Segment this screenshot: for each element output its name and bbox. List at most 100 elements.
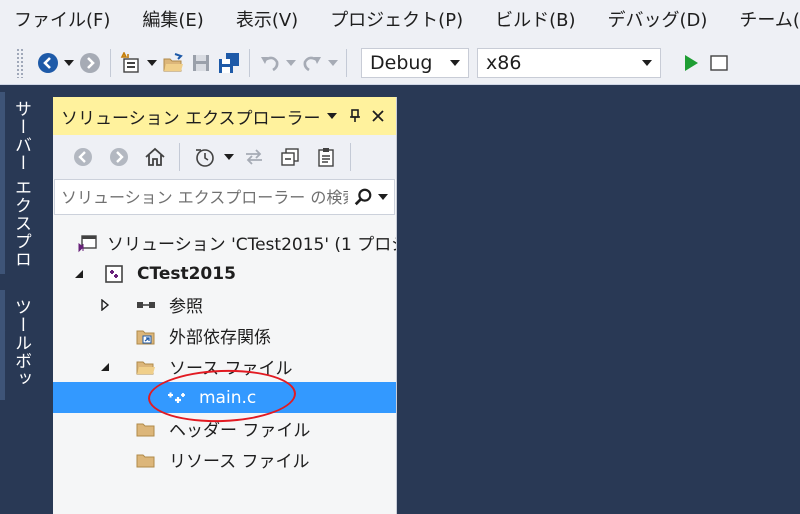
undo-icon <box>261 56 279 72</box>
search-options-dropdown[interactable] <box>376 184 390 210</box>
collapse-arrow-icon[interactable] <box>97 359 113 375</box>
save-all-icon <box>219 53 239 73</box>
tab-indicator <box>0 92 5 274</box>
solution-configuration-select[interactable]: Debug <box>361 48 469 78</box>
collapse-all-button[interactable] <box>272 143 308 171</box>
expand-arrow-icon[interactable] <box>97 297 113 313</box>
solution-icon <box>77 232 99 254</box>
toolbox-label: ツールボックス <box>0 298 31 388</box>
start-debugging-button[interactable] <box>677 49 705 77</box>
back-dropdown[interactable] <box>62 49 76 77</box>
forward-button[interactable] <box>76 49 104 77</box>
home-button[interactable] <box>137 143 173 171</box>
undo-dropdown[interactable] <box>284 49 298 77</box>
server-explorer-tab[interactable]: サーバー エクスプローラー <box>0 92 34 274</box>
search-button[interactable] <box>350 184 376 210</box>
back-icon <box>74 148 92 166</box>
properties-button[interactable] <box>308 143 344 171</box>
menu-project[interactable]: プロジェクト(P) <box>314 0 479 42</box>
redo-dropdown[interactable] <box>326 49 340 77</box>
search-icon <box>354 188 372 206</box>
undo-button[interactable] <box>256 49 284 77</box>
clipboard-icon <box>318 148 334 167</box>
pin-icon <box>350 109 361 122</box>
tree-item-label: リソース ファイル <box>169 452 310 472</box>
open-button[interactable] <box>159 49 187 77</box>
external-deps-icon <box>135 325 157 347</box>
chevron-down-icon <box>328 60 338 66</box>
toolbar-grip[interactable] <box>16 48 24 78</box>
tree-item-resource-files[interactable]: リソース ファイル <box>53 444 396 475</box>
forward-icon <box>80 53 100 73</box>
tree-item-label: ヘッダー ファイル <box>169 421 311 441</box>
chevron-down-icon <box>450 60 460 66</box>
save-button[interactable] <box>187 49 215 77</box>
menu-file[interactable]: ファイル(F) <box>0 0 126 42</box>
save-all-button[interactable] <box>215 49 243 77</box>
panel-title: ソリューション エクスプローラー <box>61 108 321 129</box>
pending-changes-dropdown[interactable] <box>222 143 236 171</box>
home-icon <box>145 147 165 166</box>
solution-explorer-toolbar <box>53 135 396 179</box>
menu-build[interactable]: ビルド(B) <box>479 0 591 42</box>
toolbox-tab[interactable]: ツールボックス <box>0 290 34 400</box>
auto-hide-button[interactable] <box>344 104 367 128</box>
menu-edit[interactable]: 編集(E) <box>126 0 219 42</box>
collapse-arrow-icon[interactable] <box>71 266 87 282</box>
tree-item-header-files[interactable]: ヘッダー ファイル <box>53 413 396 444</box>
tab-indicator <box>0 290 5 400</box>
menu-team[interactable]: チーム(M) <box>723 0 800 42</box>
start-target-button[interactable] <box>705 49 733 77</box>
menu-debug[interactable]: デバッグ(D) <box>592 0 724 42</box>
chevron-down-icon <box>642 60 652 66</box>
pending-changes-button[interactable] <box>186 143 222 171</box>
tree-item-label: ソース ファイル <box>169 359 293 379</box>
tree-item-external-dependencies[interactable]: 外部依存関係 <box>53 320 396 351</box>
save-icon <box>193 55 209 71</box>
collapse-all-icon <box>281 148 299 166</box>
start-icon <box>685 55 698 71</box>
tree-item-references[interactable]: 参照 <box>53 289 396 320</box>
tree-item-label: main.c <box>199 387 257 408</box>
back-icon <box>38 53 58 73</box>
tree-item-label: 参照 <box>169 297 203 317</box>
references-icon <box>135 294 157 316</box>
window-position-button[interactable] <box>321 104 344 128</box>
menu-view[interactable]: 表示(V) <box>220 0 314 42</box>
back-button[interactable] <box>34 49 62 77</box>
solution-platform-select[interactable]: x86 <box>477 48 661 78</box>
toolbar-separator <box>179 143 180 171</box>
chevron-down-icon <box>147 60 157 66</box>
solution-explorer-panel: ソリューション エクスプローラー ソリューション エクスプローラー の検索 ソリ… <box>53 97 397 514</box>
new-project-button[interactable] <box>117 49 145 77</box>
toolbar-separator <box>110 49 111 77</box>
tree-item-project[interactable]: CTest2015 <box>53 258 396 289</box>
chevron-down-icon <box>224 154 234 160</box>
solution-explorer-search <box>54 179 395 215</box>
se-back-button[interactable] <box>65 143 101 171</box>
toolbar-separator <box>350 143 351 171</box>
redo-button[interactable] <box>298 49 326 77</box>
se-forward-button[interactable] <box>101 143 137 171</box>
folder-icon <box>135 449 157 471</box>
redo-icon <box>303 56 321 72</box>
configuration-value: Debug <box>370 52 433 74</box>
tree-item-main-c[interactable]: main.c <box>53 382 396 413</box>
chevron-down-icon <box>64 60 74 66</box>
sync-icon <box>246 149 262 165</box>
new-project-dropdown[interactable] <box>145 49 159 77</box>
sync-button[interactable] <box>236 143 272 171</box>
server-explorer-label: サーバー エクスプローラー <box>0 100 31 269</box>
solution-explorer-titlebar[interactable]: ソリューション エクスプローラー <box>53 97 396 135</box>
close-panel-button[interactable] <box>367 104 390 128</box>
folder-icon <box>135 418 157 440</box>
tree-item-solution[interactable]: ソリューション 'CTest2015' (1 プロジェ <box>53 227 396 258</box>
solution-tree: ソリューション 'CTest2015' (1 プロジェ CTest2015 参照 <box>53 215 396 475</box>
open-folder-icon <box>163 53 183 72</box>
search-input[interactable] <box>55 181 350 213</box>
tree-item-label: CTest2015 <box>137 263 236 284</box>
chevron-down-icon <box>378 194 388 200</box>
chevron-down-icon <box>286 60 296 66</box>
close-icon <box>372 110 385 122</box>
tree-item-source-files[interactable]: ソース ファイル <box>53 351 396 382</box>
